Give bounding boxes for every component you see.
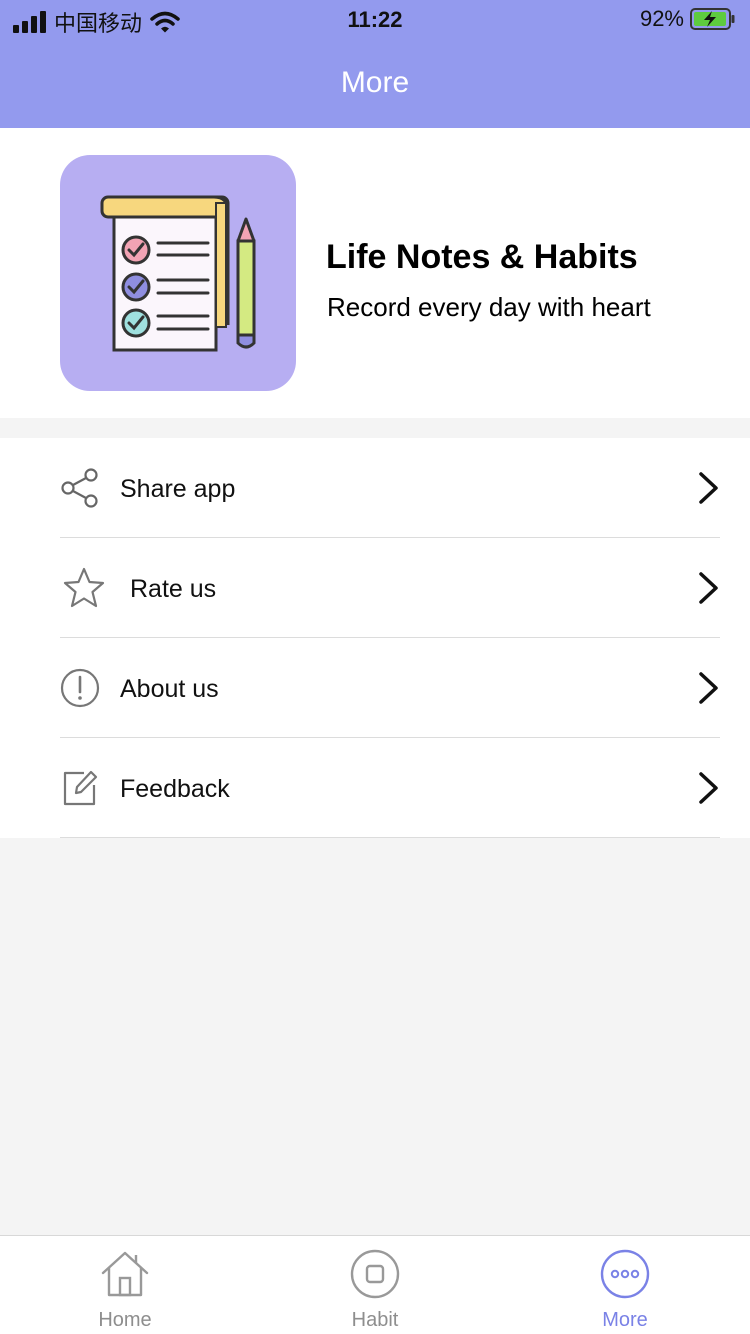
- status-right: 92%: [640, 6, 736, 32]
- menu-item-label: Share app: [120, 475, 236, 503]
- app-logo: [60, 155, 296, 391]
- more-icon: [600, 1249, 650, 1299]
- menu-item-about-us[interactable]: About us: [0, 638, 750, 738]
- chevron-right-icon: [699, 572, 718, 604]
- star-icon: [63, 567, 105, 608]
- info-icon: [60, 668, 100, 708]
- menu-item-label: Feedback: [120, 775, 230, 803]
- row-divider: [60, 837, 720, 838]
- menu-item-label: About us: [120, 675, 219, 703]
- page-title: More: [340, 66, 410, 99]
- settings-menu: Share app Rate us About us Feedback: [0, 438, 750, 838]
- habit-icon: [350, 1249, 400, 1299]
- app-name: Life Notes & Habits: [326, 238, 638, 276]
- tab-more[interactable]: More: [500, 1236, 750, 1334]
- menu-item-label: Rate us: [130, 575, 217, 603]
- notepad-pencil-icon: [100, 195, 256, 352]
- tab-habit[interactable]: Habit: [250, 1236, 500, 1334]
- tab-label: Habit: [351, 1309, 399, 1331]
- status-time: 11:22: [347, 7, 403, 32]
- tab-bar: Home Habit More: [0, 1235, 750, 1334]
- app-profile-card: Life Notes & Habits Record every day wit…: [0, 128, 750, 418]
- menu-item-rate-us[interactable]: Rate us: [0, 538, 750, 638]
- menu-item-share-app[interactable]: Share app: [0, 438, 750, 538]
- tab-label: More: [602, 1309, 648, 1331]
- battery-icon: [690, 8, 735, 30]
- edit-icon: [63, 770, 98, 806]
- top-bar: 中国移动 11:22 92% More: [0, 0, 750, 128]
- tab-home[interactable]: Home: [0, 1236, 250, 1334]
- share-icon: [61, 468, 98, 508]
- battery-percent: 92%: [639, 6, 684, 31]
- chevron-right-icon: [699, 672, 718, 704]
- chevron-right-icon: [699, 472, 718, 504]
- status-bar: 中国移动 11:22 92%: [0, 0, 750, 40]
- home-icon: [101, 1251, 149, 1297]
- app-slogan: Record every day with heart: [327, 292, 651, 322]
- tab-label: Home: [98, 1309, 152, 1331]
- menu-item-feedback[interactable]: Feedback: [0, 738, 750, 838]
- chevron-right-icon: [699, 772, 718, 804]
